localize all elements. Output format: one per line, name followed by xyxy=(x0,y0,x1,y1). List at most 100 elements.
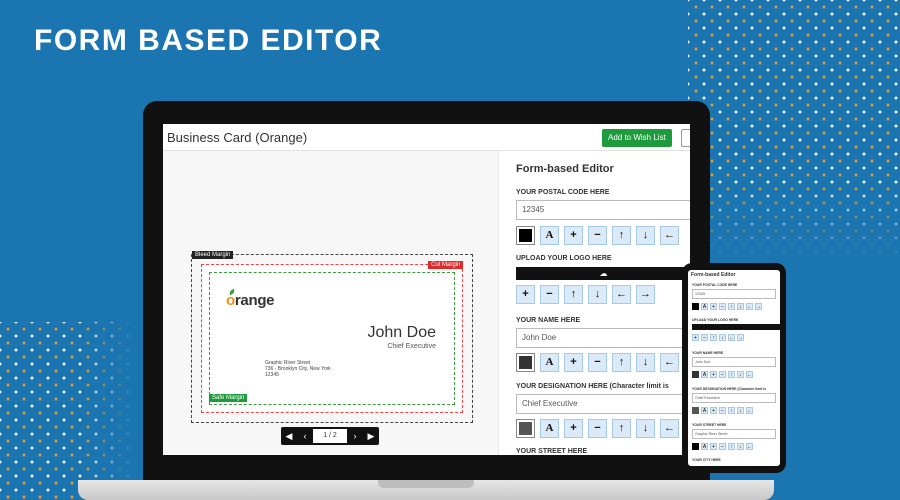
card-role[interactable]: Chief Executive xyxy=(387,343,436,350)
last-page-button[interactable]: ▶ xyxy=(363,427,379,445)
phone-minus-icon[interactable]: − xyxy=(719,443,726,450)
phone-postal-toolbar: A + − ↑ ↓ ← → xyxy=(692,303,762,310)
move-left-icon[interactable]: ← xyxy=(660,419,679,438)
next-page-button[interactable]: › xyxy=(347,427,363,445)
move-right-icon[interactable]: → xyxy=(636,285,655,304)
phone-plus-icon[interactable]: + xyxy=(710,371,717,378)
phone-name-toolbar: A + − ↑ ↓ ← xyxy=(692,371,753,378)
card-name[interactable]: John Doe xyxy=(368,324,437,342)
increase-size-icon[interactable]: + xyxy=(564,353,583,372)
move-left-icon[interactable]: ← xyxy=(660,353,679,372)
laptop-screen: Business Card (Orange) Add to Wish List … xyxy=(163,124,690,455)
bleed-margin-label: Bleed Margin xyxy=(192,251,234,259)
laptop-base xyxy=(78,480,774,500)
card-address-line-3[interactable]: 12345 xyxy=(265,372,279,378)
phone-font-icon[interactable]: A xyxy=(701,443,708,450)
safe-margin-label: Safe Margin xyxy=(209,394,248,402)
move-up-icon[interactable]: ↑ xyxy=(564,285,583,304)
font-icon[interactable]: A xyxy=(540,226,559,245)
increase-size-icon[interactable]: + xyxy=(564,226,583,245)
prev-page-button[interactable]: ‹ xyxy=(297,427,313,445)
move-left-icon[interactable]: ← xyxy=(612,285,631,304)
designation-input[interactable]: Chief Executive xyxy=(516,394,690,414)
phone-street-toolbar: A + − ↑ ↓ ← xyxy=(692,443,753,450)
logo-toolbar: + − ↑ ↓ ← → xyxy=(516,285,655,304)
phone-left-icon[interactable]: ← xyxy=(746,443,753,450)
phone-down-icon[interactable]: ↓ xyxy=(737,303,744,310)
move-down-icon[interactable]: ↓ xyxy=(636,353,655,372)
phone-left-icon[interactable]: ← xyxy=(746,303,753,310)
phone-notch xyxy=(716,264,752,270)
phone-plus-icon[interactable]: + xyxy=(692,334,699,341)
decorative-dots-bottom-left xyxy=(0,322,135,500)
phone-minus-icon[interactable]: − xyxy=(719,303,726,310)
add-to-wishlist-button[interactable]: Add to Wish List xyxy=(602,129,672,147)
phone-minus-icon[interactable]: − xyxy=(719,371,726,378)
phone-upload-button[interactable] xyxy=(692,324,780,330)
phone-plus-icon[interactable]: + xyxy=(710,407,717,414)
upload-logo-button[interactable]: ☁ xyxy=(516,267,690,280)
phone-up-icon[interactable]: ↑ xyxy=(710,334,717,341)
phone-up-icon[interactable]: ↑ xyxy=(728,443,735,450)
name-toolbar: A + − ↑ ↓ ← xyxy=(516,353,679,372)
move-left-icon[interactable]: ← xyxy=(660,226,679,245)
phone-color-swatch[interactable] xyxy=(692,443,699,450)
decrease-size-icon[interactable]: − xyxy=(588,226,607,245)
phone-color-swatch[interactable] xyxy=(692,407,699,414)
phone-font-icon[interactable]: A xyxy=(701,407,708,414)
laptop-notch xyxy=(378,480,474,488)
postal-code-toolbar: A + − ↑ ↓ ← xyxy=(516,226,679,245)
phone-street-label: YOUR STREET HERE xyxy=(692,423,727,427)
move-up-icon[interactable]: ↑ xyxy=(612,226,631,245)
move-up-icon[interactable]: ↑ xyxy=(612,353,631,372)
phone-plus-icon[interactable]: + xyxy=(710,303,717,310)
name-label: YOUR NAME HERE xyxy=(516,317,581,324)
phone-font-icon[interactable]: A xyxy=(701,371,708,378)
color-swatch-button[interactable] xyxy=(516,419,535,438)
move-up-icon[interactable]: ↑ xyxy=(612,419,631,438)
phone-up-icon[interactable]: ↑ xyxy=(728,407,735,414)
phone-down-icon[interactable]: ↓ xyxy=(737,371,744,378)
move-down-icon[interactable]: ↓ xyxy=(636,226,655,245)
brand-logo[interactable]: orange xyxy=(226,292,275,309)
phone-down-icon[interactable]: ↓ xyxy=(737,443,744,450)
decrease-size-icon[interactable]: − xyxy=(588,419,607,438)
phone-designation-input[interactable]: Chief Executive xyxy=(692,393,776,403)
color-swatch-button[interactable] xyxy=(516,226,535,245)
phone-designation-label: YOUR DESIGNATION HERE (Character limit i… xyxy=(692,387,766,391)
phone-down-icon[interactable]: ↓ xyxy=(737,407,744,414)
phone-color-swatch[interactable] xyxy=(692,371,699,378)
designation-toolbar: A + − ↑ ↓ ← xyxy=(516,419,679,438)
postal-code-input[interactable]: 12345 xyxy=(516,200,690,220)
phone-color-swatch[interactable] xyxy=(692,303,699,310)
name-input[interactable]: John Doe xyxy=(516,328,690,348)
phone-plus-icon[interactable]: + xyxy=(710,443,717,450)
decrease-size-icon[interactable]: − xyxy=(540,285,559,304)
phone-up-icon[interactable]: ↑ xyxy=(728,371,735,378)
header-extra-button[interactable] xyxy=(681,129,690,147)
phone-minus-icon[interactable]: − xyxy=(701,334,708,341)
phone-minus-icon[interactable]: − xyxy=(719,407,726,414)
phone-right-icon[interactable]: → xyxy=(755,303,762,310)
phone-up-icon[interactable]: ↑ xyxy=(728,303,735,310)
phone-left-icon[interactable]: ← xyxy=(728,334,735,341)
phone-name-input[interactable]: John Doe xyxy=(692,357,776,367)
phone-right-icon[interactable]: → xyxy=(737,334,744,341)
increase-size-icon[interactable]: + xyxy=(516,285,535,304)
font-icon[interactable]: A xyxy=(540,353,559,372)
phone-font-icon[interactable]: A xyxy=(701,303,708,310)
move-down-icon[interactable]: ↓ xyxy=(588,285,607,304)
move-down-icon[interactable]: ↓ xyxy=(636,419,655,438)
font-icon[interactable]: A xyxy=(540,419,559,438)
street-label: YOUR STREET HERE xyxy=(516,448,588,455)
phone-left-icon[interactable]: ← xyxy=(746,371,753,378)
color-swatch-button[interactable] xyxy=(516,353,535,372)
phone-left-icon[interactable]: ← xyxy=(746,407,753,414)
first-page-button[interactable]: ◀ xyxy=(281,427,297,445)
phone-postal-input[interactable]: 12345 xyxy=(692,289,776,299)
phone-designation-toolbar: A + − ↑ ↓ ← xyxy=(692,407,753,414)
increase-size-icon[interactable]: + xyxy=(564,419,583,438)
decrease-size-icon[interactable]: − xyxy=(588,353,607,372)
phone-down-icon[interactable]: ↓ xyxy=(719,334,726,341)
phone-street-input[interactable]: Graphic River Street xyxy=(692,429,776,439)
